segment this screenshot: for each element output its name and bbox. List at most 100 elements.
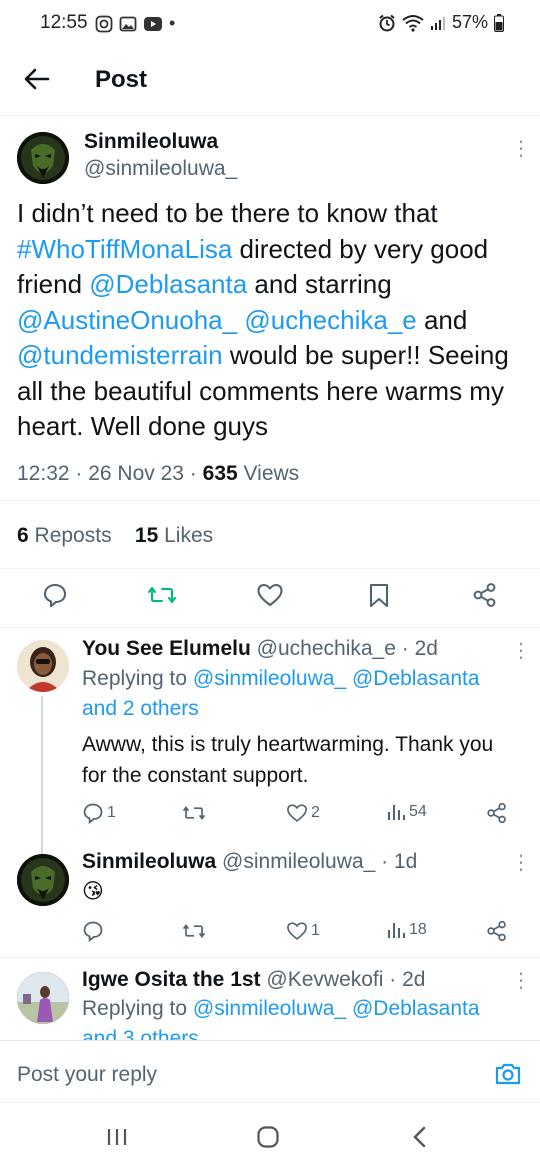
reply-count: 1 [107, 804, 116, 821]
repost-icon [147, 586, 177, 604]
reply-author-name: Igwe Osita the 1st [82, 968, 261, 991]
reply-handle-time: @Kevwekofi · 2d [266, 968, 426, 991]
thread-line [41, 696, 43, 854]
reply-action-bar: 1 2 54 [82, 802, 522, 826]
replying-to-more[interactable]: and 3 others [82, 1027, 199, 1040]
reply-item[interactable]: Sinmileoluwa @sinmileoluwa_ · 1d ⋮ 😘 1 1… [0, 838, 540, 956]
home-icon [257, 1126, 279, 1148]
status-system-icons: 57% [378, 12, 504, 33]
likes-stat[interactable]: 15 Likes [135, 524, 213, 547]
bookmark-icon [369, 583, 389, 608]
share-icon [487, 802, 506, 824]
status-bar: 12:55 • 57% [0, 0, 540, 44]
reply-button[interactable] [42, 582, 68, 608]
bar-chart-icon [388, 805, 405, 820]
view-count: 54 [409, 803, 427, 820]
reposts-stat[interactable]: 6 Reposts [17, 524, 112, 547]
avatar[interactable] [17, 854, 69, 906]
tweet-text: I didn’t need to be there to know that #… [17, 196, 527, 445]
tweet-time: 12:32 [17, 462, 70, 485]
share-button[interactable] [486, 802, 508, 824]
reply-button[interactable] [82, 920, 104, 942]
tweet-text-part: and [416, 304, 468, 335]
bar-chart-icon [388, 923, 405, 938]
mention-link[interactable]: @tundemisterrain [17, 340, 223, 370]
comment-icon [43, 583, 67, 608]
reply-author-name: You See Elumelu [82, 637, 251, 660]
reply-item[interactable]: Igwe Osita the 1st @Kevwekofi · 2d ⋮ Rep… [0, 958, 540, 1040]
heart-icon [257, 583, 283, 607]
tweet-text-part: and starring [247, 269, 392, 299]
reply-author[interactable]: Igwe Osita the 1st @Kevwekofi · 2d [82, 968, 425, 992]
top-app-bar: Post [0, 44, 540, 116]
share-icon [487, 920, 506, 942]
mention-link[interactable]: @Deblasanta [89, 269, 247, 299]
reply-item[interactable]: You See Elumelu @uchechika_e · 2d ⋮ Repl… [0, 628, 540, 854]
chevron-left-icon [413, 1126, 426, 1148]
back-nav-button[interactable] [410, 1125, 430, 1149]
repost-button[interactable] [182, 920, 206, 942]
bookmark-button[interactable] [367, 582, 391, 608]
views-button[interactable]: 54 [386, 802, 427, 822]
replying-to-users[interactable]: @sinmileoluwa_ @Deblasanta [193, 997, 480, 1020]
alarm-icon [379, 14, 395, 31]
like-count: 1 [311, 922, 320, 939]
repost-button[interactable] [182, 802, 206, 824]
battery-icon [494, 13, 504, 32]
more-options-button[interactable]: ⋮ [511, 641, 531, 661]
tweet-date: 26 Nov 23 [88, 462, 184, 485]
reply-author[interactable]: Sinmileoluwa @sinmileoluwa_ · 1d [82, 850, 417, 874]
avatar[interactable] [17, 640, 69, 692]
page-title: Post [95, 66, 148, 93]
reposts-label: Reposts [34, 524, 112, 547]
recent-apps-icon [107, 1129, 127, 1145]
like-count: 2 [311, 804, 320, 821]
replying-to-users[interactable]: @sinmileoluwa_ @Deblasanta [193, 667, 480, 690]
home-button[interactable] [256, 1125, 280, 1149]
author-name[interactable]: Sinmileoluwa [84, 130, 218, 154]
comment-icon [83, 921, 103, 942]
view-count: 18 [409, 921, 427, 938]
reply-action-bar: 1 18 [82, 920, 522, 944]
mention-link[interactable]: @uchechika_e [244, 305, 416, 335]
reply-input[interactable]: Post your reply [17, 1063, 157, 1087]
views-button[interactable]: 18 [386, 920, 427, 940]
share-icon [473, 583, 496, 607]
author-handle[interactable]: @sinmileoluwa_ [84, 157, 237, 181]
like-button[interactable]: 1 [286, 920, 320, 942]
views-label: Views [243, 462, 300, 485]
reply-text: Awww, this is truly heartwarming. Thank … [82, 733, 494, 787]
reply-text: 😘 [82, 880, 104, 903]
more-options-button[interactable]: ⋮ [511, 139, 531, 159]
repost-icon [182, 924, 206, 938]
more-options-button[interactable]: ⋮ [511, 971, 531, 991]
recent-apps-button[interactable] [106, 1127, 128, 1147]
repost-button[interactable] [147, 582, 177, 608]
mention-link[interactable]: @AustineOnuoha_ [17, 305, 237, 335]
battery-percent: 57% [451, 12, 488, 32]
like-button[interactable] [256, 582, 284, 608]
gallery-icon [119, 16, 137, 31]
avatar[interactable] [17, 972, 69, 1024]
camera-button[interactable] [494, 1061, 522, 1087]
system-navigation-bar [0, 1102, 540, 1170]
share-button[interactable] [486, 920, 508, 942]
back-button[interactable] [22, 64, 52, 94]
heart-icon [287, 804, 307, 822]
engagement-stats: 6 Reposts 15 Likes [17, 524, 213, 548]
tweet-meta: 12:32 · 26 Nov 23 · 635 Views [17, 462, 300, 485]
divider [0, 568, 540, 569]
likes-count: 15 [134, 524, 159, 547]
avatar[interactable] [17, 132, 69, 184]
tweet-action-bar [0, 578, 540, 618]
share-button[interactable] [472, 582, 498, 608]
hashtag-link[interactable]: #WhoTiffMonaLisa [17, 234, 232, 264]
more-options-button[interactable]: ⋮ [511, 853, 531, 873]
reply-author[interactable]: You See Elumelu @uchechika_e · 2d [82, 637, 438, 661]
reply-composer[interactable]: Post your reply [0, 1040, 540, 1102]
like-button[interactable]: 2 [286, 802, 320, 824]
replying-to-more[interactable]: and 2 others [82, 697, 199, 720]
status-time: 12:55 [40, 12, 88, 33]
replying-to: Replying to @sinmileoluwa_ @Deblasanta an… [82, 994, 532, 1040]
reply-button[interactable]: 1 [82, 802, 116, 824]
